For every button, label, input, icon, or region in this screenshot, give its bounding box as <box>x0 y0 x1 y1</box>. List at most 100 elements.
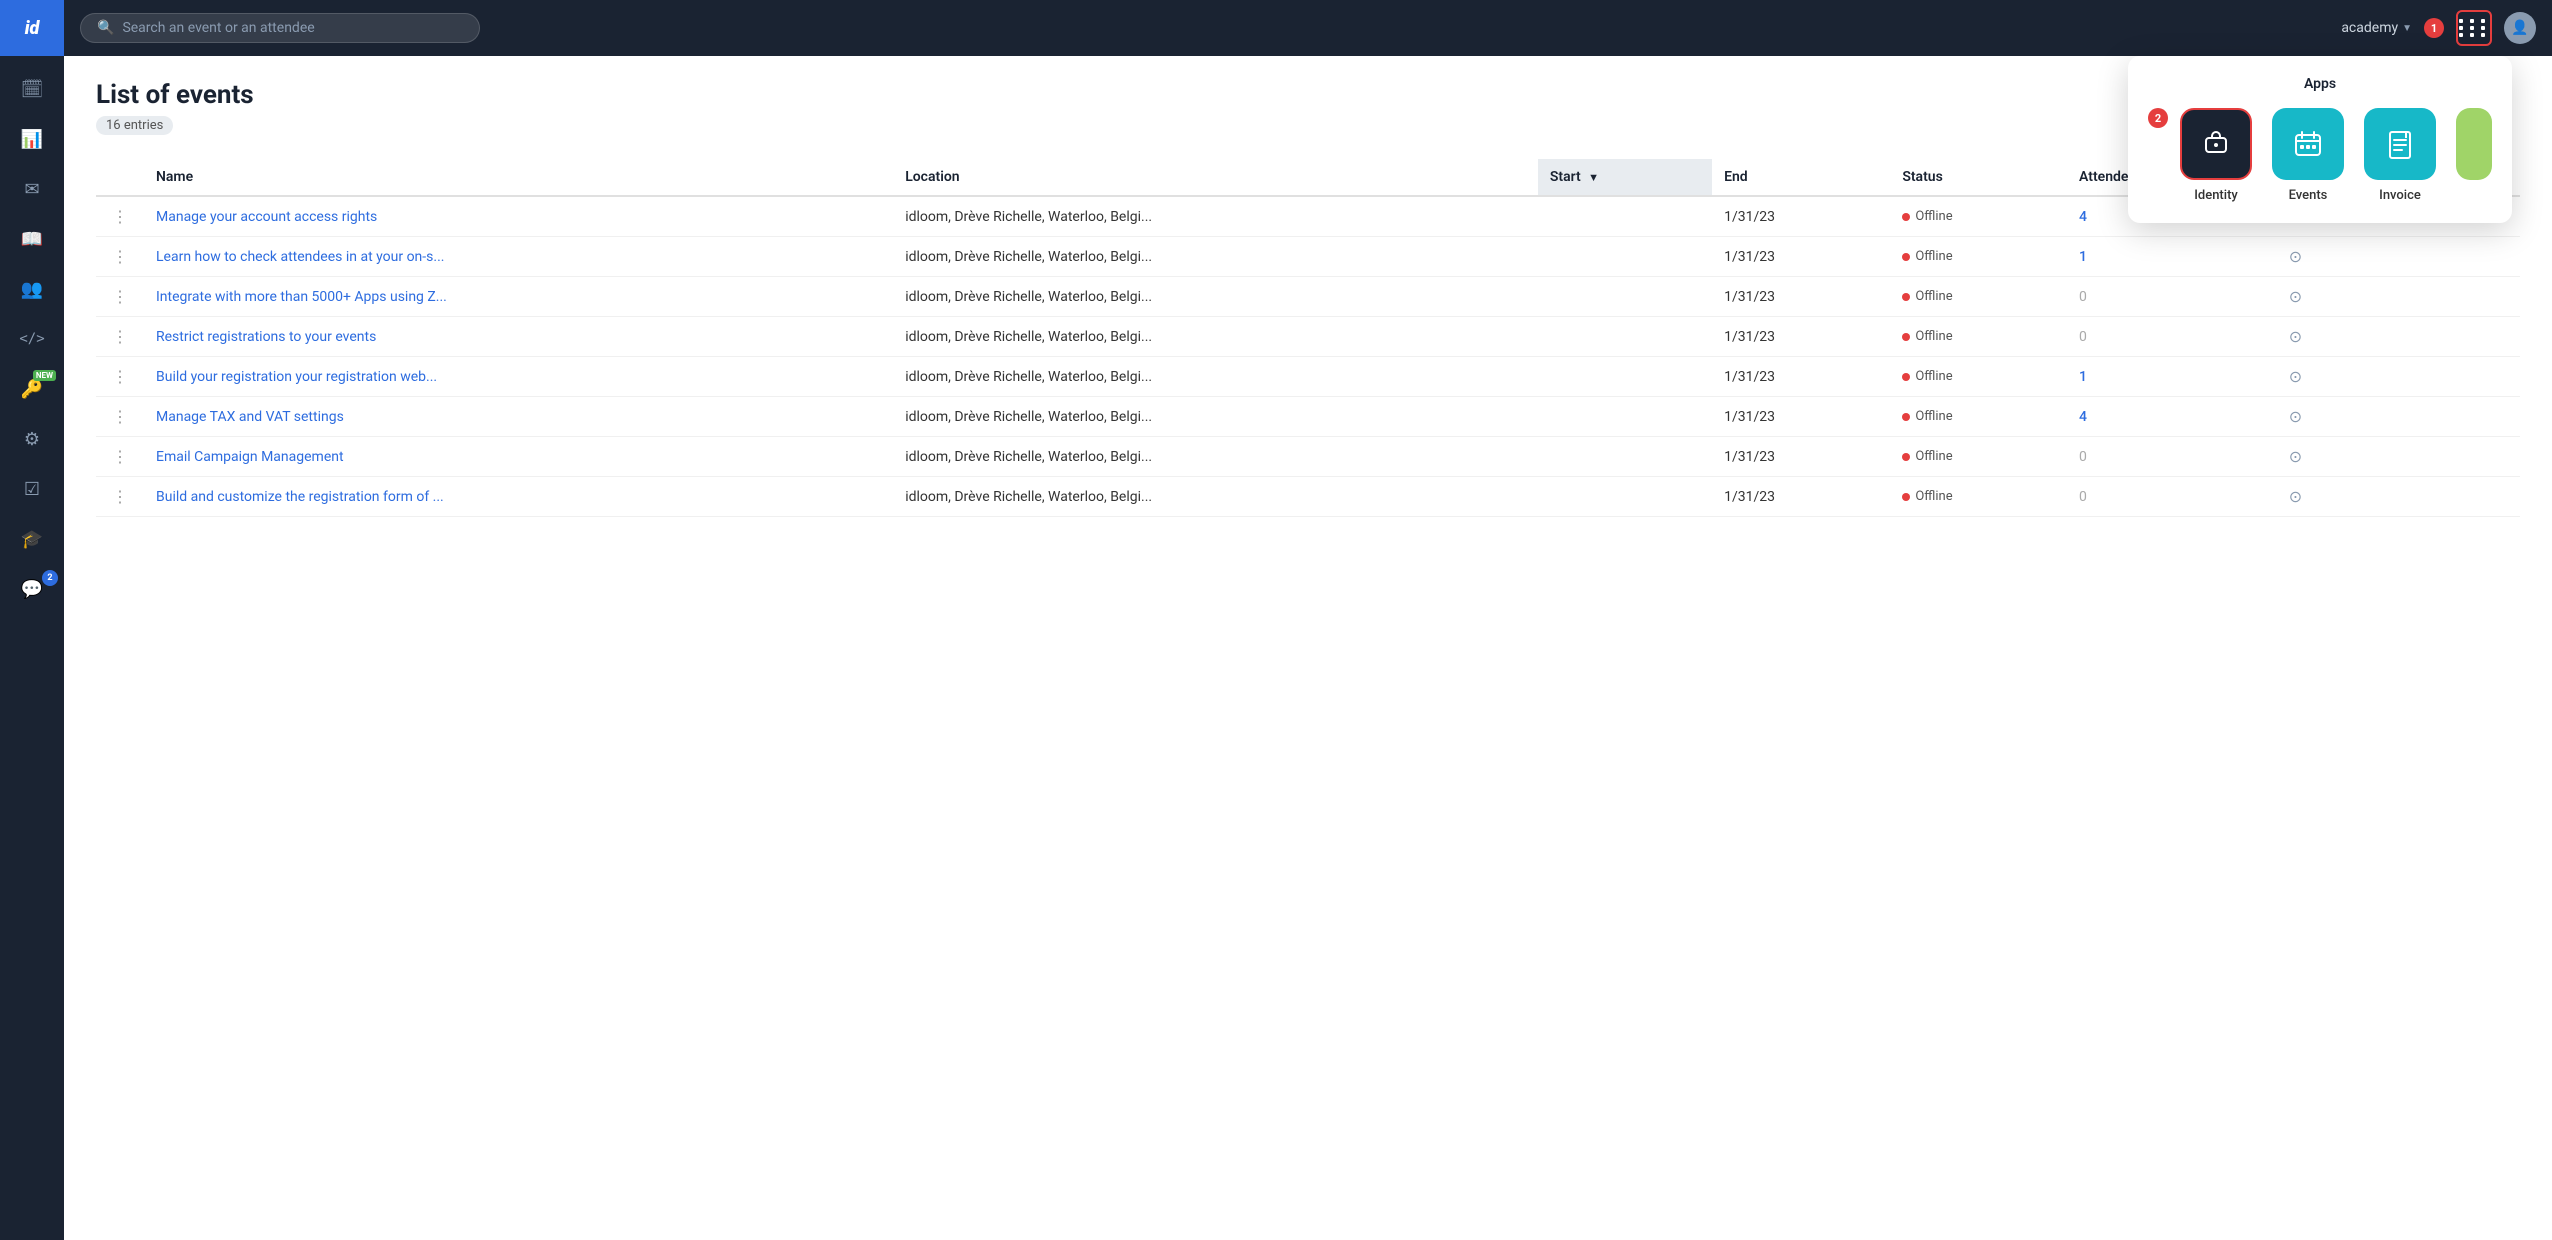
row-attendees-cell: 0 <box>2067 317 2277 357</box>
row-menu-icon[interactable]: ⋮ <box>108 247 132 266</box>
event-link[interactable]: Integrate with more than 5000+ Apps usin… <box>156 289 447 305</box>
row-details-cell: ⊙ <box>2277 277 2520 317</box>
sidebar-item-checklist[interactable]: ☑ <box>0 464 64 514</box>
sidebar-item-chat[interactable]: 💬 2 <box>0 564 64 614</box>
row-status-cell: Offline <box>1890 237 2067 277</box>
row-end-cell: 1/31/23 <box>1712 437 1890 477</box>
apps-button[interactable] <box>2456 10 2492 46</box>
event-link[interactable]: Learn how to check attendees in at your … <box>156 249 444 265</box>
avatar-icon: 👤 <box>2511 20 2528 36</box>
event-link[interactable]: Manage your account access rights <box>156 209 377 225</box>
row-menu-cell: ⋮ <box>96 437 144 477</box>
step2-badge: 2 <box>2148 108 2168 128</box>
status-badge: Offline <box>1902 369 1952 384</box>
details-icon[interactable]: ⊙ <box>2289 247 2302 266</box>
attendees-count: 1 <box>2079 369 2087 385</box>
row-menu-icon[interactable]: ⋮ <box>108 207 132 226</box>
entries-count: 16 entries <box>96 116 173 135</box>
row-name-cell: Integrate with more than 5000+ Apps usin… <box>144 277 893 317</box>
row-start-cell <box>1538 317 1712 357</box>
status-badge: Offline <box>1902 489 1952 504</box>
row-menu-cell: ⋮ <box>96 357 144 397</box>
row-details-cell: ⊙ <box>2277 357 2520 397</box>
row-end-cell: 1/31/23 <box>1712 196 1890 237</box>
row-name-cell: Learn how to check attendees in at your … <box>144 237 893 277</box>
row-attendees-cell: 0 <box>2067 477 2277 517</box>
row-status-cell: Offline <box>1890 397 2067 437</box>
row-details-cell: ⊙ <box>2277 477 2520 517</box>
status-label: Offline <box>1915 449 1952 464</box>
details-icon[interactable]: ⊙ <box>2289 407 2302 426</box>
search-bar[interactable]: 🔍 Search an event or an attendee <box>80 13 480 43</box>
event-link[interactable]: Manage TAX and VAT settings <box>156 409 344 425</box>
attendees-count: 0 <box>2079 329 2087 345</box>
event-link[interactable]: Email Campaign Management <box>156 449 344 465</box>
events-label: Events <box>2289 188 2328 203</box>
col-menu <box>96 159 144 196</box>
sidebar-item-book[interactable]: 📖 <box>0 214 64 264</box>
row-start-cell <box>1538 437 1712 477</box>
event-link[interactable]: Restrict registrations to your events <box>156 329 376 345</box>
table-row: ⋮ Manage TAX and VAT settings idloom, Dr… <box>96 397 2520 437</box>
search-placeholder: Search an event or an attendee <box>122 20 314 36</box>
checklist-icon: ☑ <box>24 479 40 500</box>
status-label: Offline <box>1915 289 1952 304</box>
status-dot-icon <box>1902 493 1910 501</box>
table-row: ⋮ Email Campaign Management idloom, Drèv… <box>96 437 2520 477</box>
col-start[interactable]: Start ▼ <box>1538 159 1712 196</box>
chat-badge: 2 <box>42 570 58 586</box>
details-icon[interactable]: ⊙ <box>2289 287 2302 306</box>
new-badge: NEW <box>33 370 56 381</box>
sidebar-item-settings[interactable]: ⚙ <box>0 414 64 464</box>
app-item-invoice[interactable]: Invoice <box>2364 108 2436 203</box>
sidebar-logo[interactable]: id <box>0 0 64 56</box>
sidebar-item-analytics[interactable]: 📊 <box>0 114 64 164</box>
app-item-events[interactable]: Events <box>2272 108 2344 203</box>
details-icon[interactable]: ⊙ <box>2289 447 2302 466</box>
status-badge: Offline <box>1902 289 1952 304</box>
sidebar-item-integrations[interactable]: 🔑 NEW <box>0 364 64 414</box>
app-item-identity[interactable]: Identity <box>2180 108 2252 203</box>
row-menu-icon[interactable]: ⋮ <box>108 487 132 506</box>
sidebar-item-email[interactable]: ✉ <box>0 164 64 214</box>
status-label: Offline <box>1915 489 1952 504</box>
event-link[interactable]: Build your registration your registratio… <box>156 369 437 385</box>
attendees-count: 0 <box>2079 489 2087 505</box>
row-status-cell: Offline <box>1890 477 2067 517</box>
search-icon: 🔍 <box>97 20 114 36</box>
chat-icon: 💬 <box>21 579 43 600</box>
user-avatar[interactable]: 👤 <box>2504 12 2536 44</box>
row-menu-icon[interactable]: ⋮ <box>108 287 132 306</box>
row-location-cell: idloom, Drève Richelle, Waterloo, Belgi.… <box>893 397 1538 437</box>
row-end-cell: 1/31/23 <box>1712 317 1890 357</box>
row-name-cell: Manage TAX and VAT settings <box>144 397 893 437</box>
row-status-cell: Offline <box>1890 277 2067 317</box>
status-badge: Offline <box>1902 209 1952 224</box>
account-selector[interactable]: academy ▼ <box>2341 20 2412 36</box>
row-menu-cell: ⋮ <box>96 317 144 357</box>
row-end-cell: 1/31/23 <box>1712 237 1890 277</box>
row-name-cell: Restrict registrations to your events <box>144 317 893 357</box>
row-menu-icon[interactable]: ⋮ <box>108 407 132 426</box>
row-menu-icon[interactable]: ⋮ <box>108 447 132 466</box>
row-attendees-cell: 1 <box>2067 237 2277 277</box>
row-end-cell: 1/31/23 <box>1712 477 1890 517</box>
apps-dropdown: Apps 2 Identity <box>2128 56 2512 223</box>
details-icon[interactable]: ⊙ <box>2289 367 2302 386</box>
status-label: Offline <box>1915 329 1952 344</box>
row-menu-icon[interactable]: ⋮ <box>108 367 132 386</box>
status-label: Offline <box>1915 409 1952 424</box>
grid-icon <box>2459 19 2489 37</box>
key-icon: 🔑 <box>21 379 43 400</box>
status-badge: Offline <box>1902 249 1952 264</box>
event-link[interactable]: Build and customize the registration for… <box>156 489 444 505</box>
col-location: Location <box>893 159 1538 196</box>
details-icon[interactable]: ⊙ <box>2289 487 2302 506</box>
row-menu-cell: ⋮ <box>96 277 144 317</box>
sidebar-item-users[interactable]: 👥 <box>0 264 64 314</box>
row-menu-icon[interactable]: ⋮ <box>108 327 132 346</box>
sidebar-item-calendar[interactable]: 🗓 <box>0 64 64 114</box>
sidebar-item-graduation[interactable]: 🎓 <box>0 514 64 564</box>
sidebar-item-code[interactable]: </> <box>0 314 64 364</box>
details-icon[interactable]: ⊙ <box>2289 327 2302 346</box>
